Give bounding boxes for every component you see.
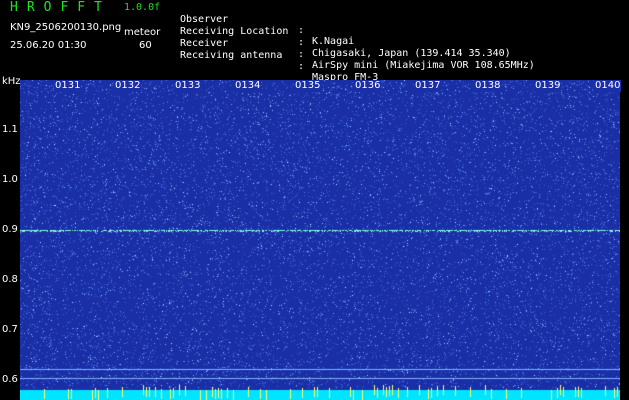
y-tick-label: 1.0	[2, 174, 18, 185]
x-tick-label: 0140	[594, 80, 622, 92]
x-tick-label: 0131	[54, 80, 82, 92]
y-tick-label: 1.1	[2, 124, 18, 135]
datetime: 25.06.20 01:30	[10, 40, 87, 51]
y-tick-label: 0.6	[2, 374, 18, 385]
info-colon: :	[298, 49, 305, 60]
info-colon: :	[298, 25, 305, 36]
y-tick-label: 0.7	[2, 324, 18, 335]
x-tick-label: 0136	[354, 80, 382, 92]
info-colon: :	[298, 37, 305, 48]
meteor-count: 60	[139, 40, 152, 51]
app-version: 1.0.0f	[124, 2, 161, 13]
x-tick-label: 0134	[234, 80, 262, 92]
info-value: Chigasaki, Japan (139.414 35.340)	[312, 48, 511, 59]
x-tick-label: 0137	[414, 80, 442, 92]
waterfall-plot	[20, 80, 620, 400]
x-tick-label: 0133	[174, 80, 202, 92]
y-tick-label: 0.8	[2, 274, 18, 285]
info-value: AirSpy mini (Miakejima VOR 108.65MHz)	[312, 60, 535, 71]
file-name: KN9_2506200130.png	[10, 22, 122, 33]
x-tick-label: 0135	[294, 80, 322, 92]
header-panel: HROFFT 1.0.0f KN9_2506200130.png meteor …	[0, 0, 629, 83]
waterfall-canvas	[20, 80, 620, 400]
app-title: HROFFT	[10, 0, 111, 15]
x-tick-label: 0132	[114, 80, 142, 92]
meteor-label: meteor	[124, 27, 161, 38]
x-tick-label: 0139	[534, 80, 562, 92]
x-tick-label: 0138	[474, 80, 502, 92]
y-axis-unit: kHz	[2, 76, 21, 87]
info-colon: :	[298, 61, 305, 72]
info-label: Receiving antenna	[180, 50, 283, 61]
y-tick-label: 0.9	[2, 224, 18, 235]
info-value: K.Nagai	[312, 36, 355, 47]
